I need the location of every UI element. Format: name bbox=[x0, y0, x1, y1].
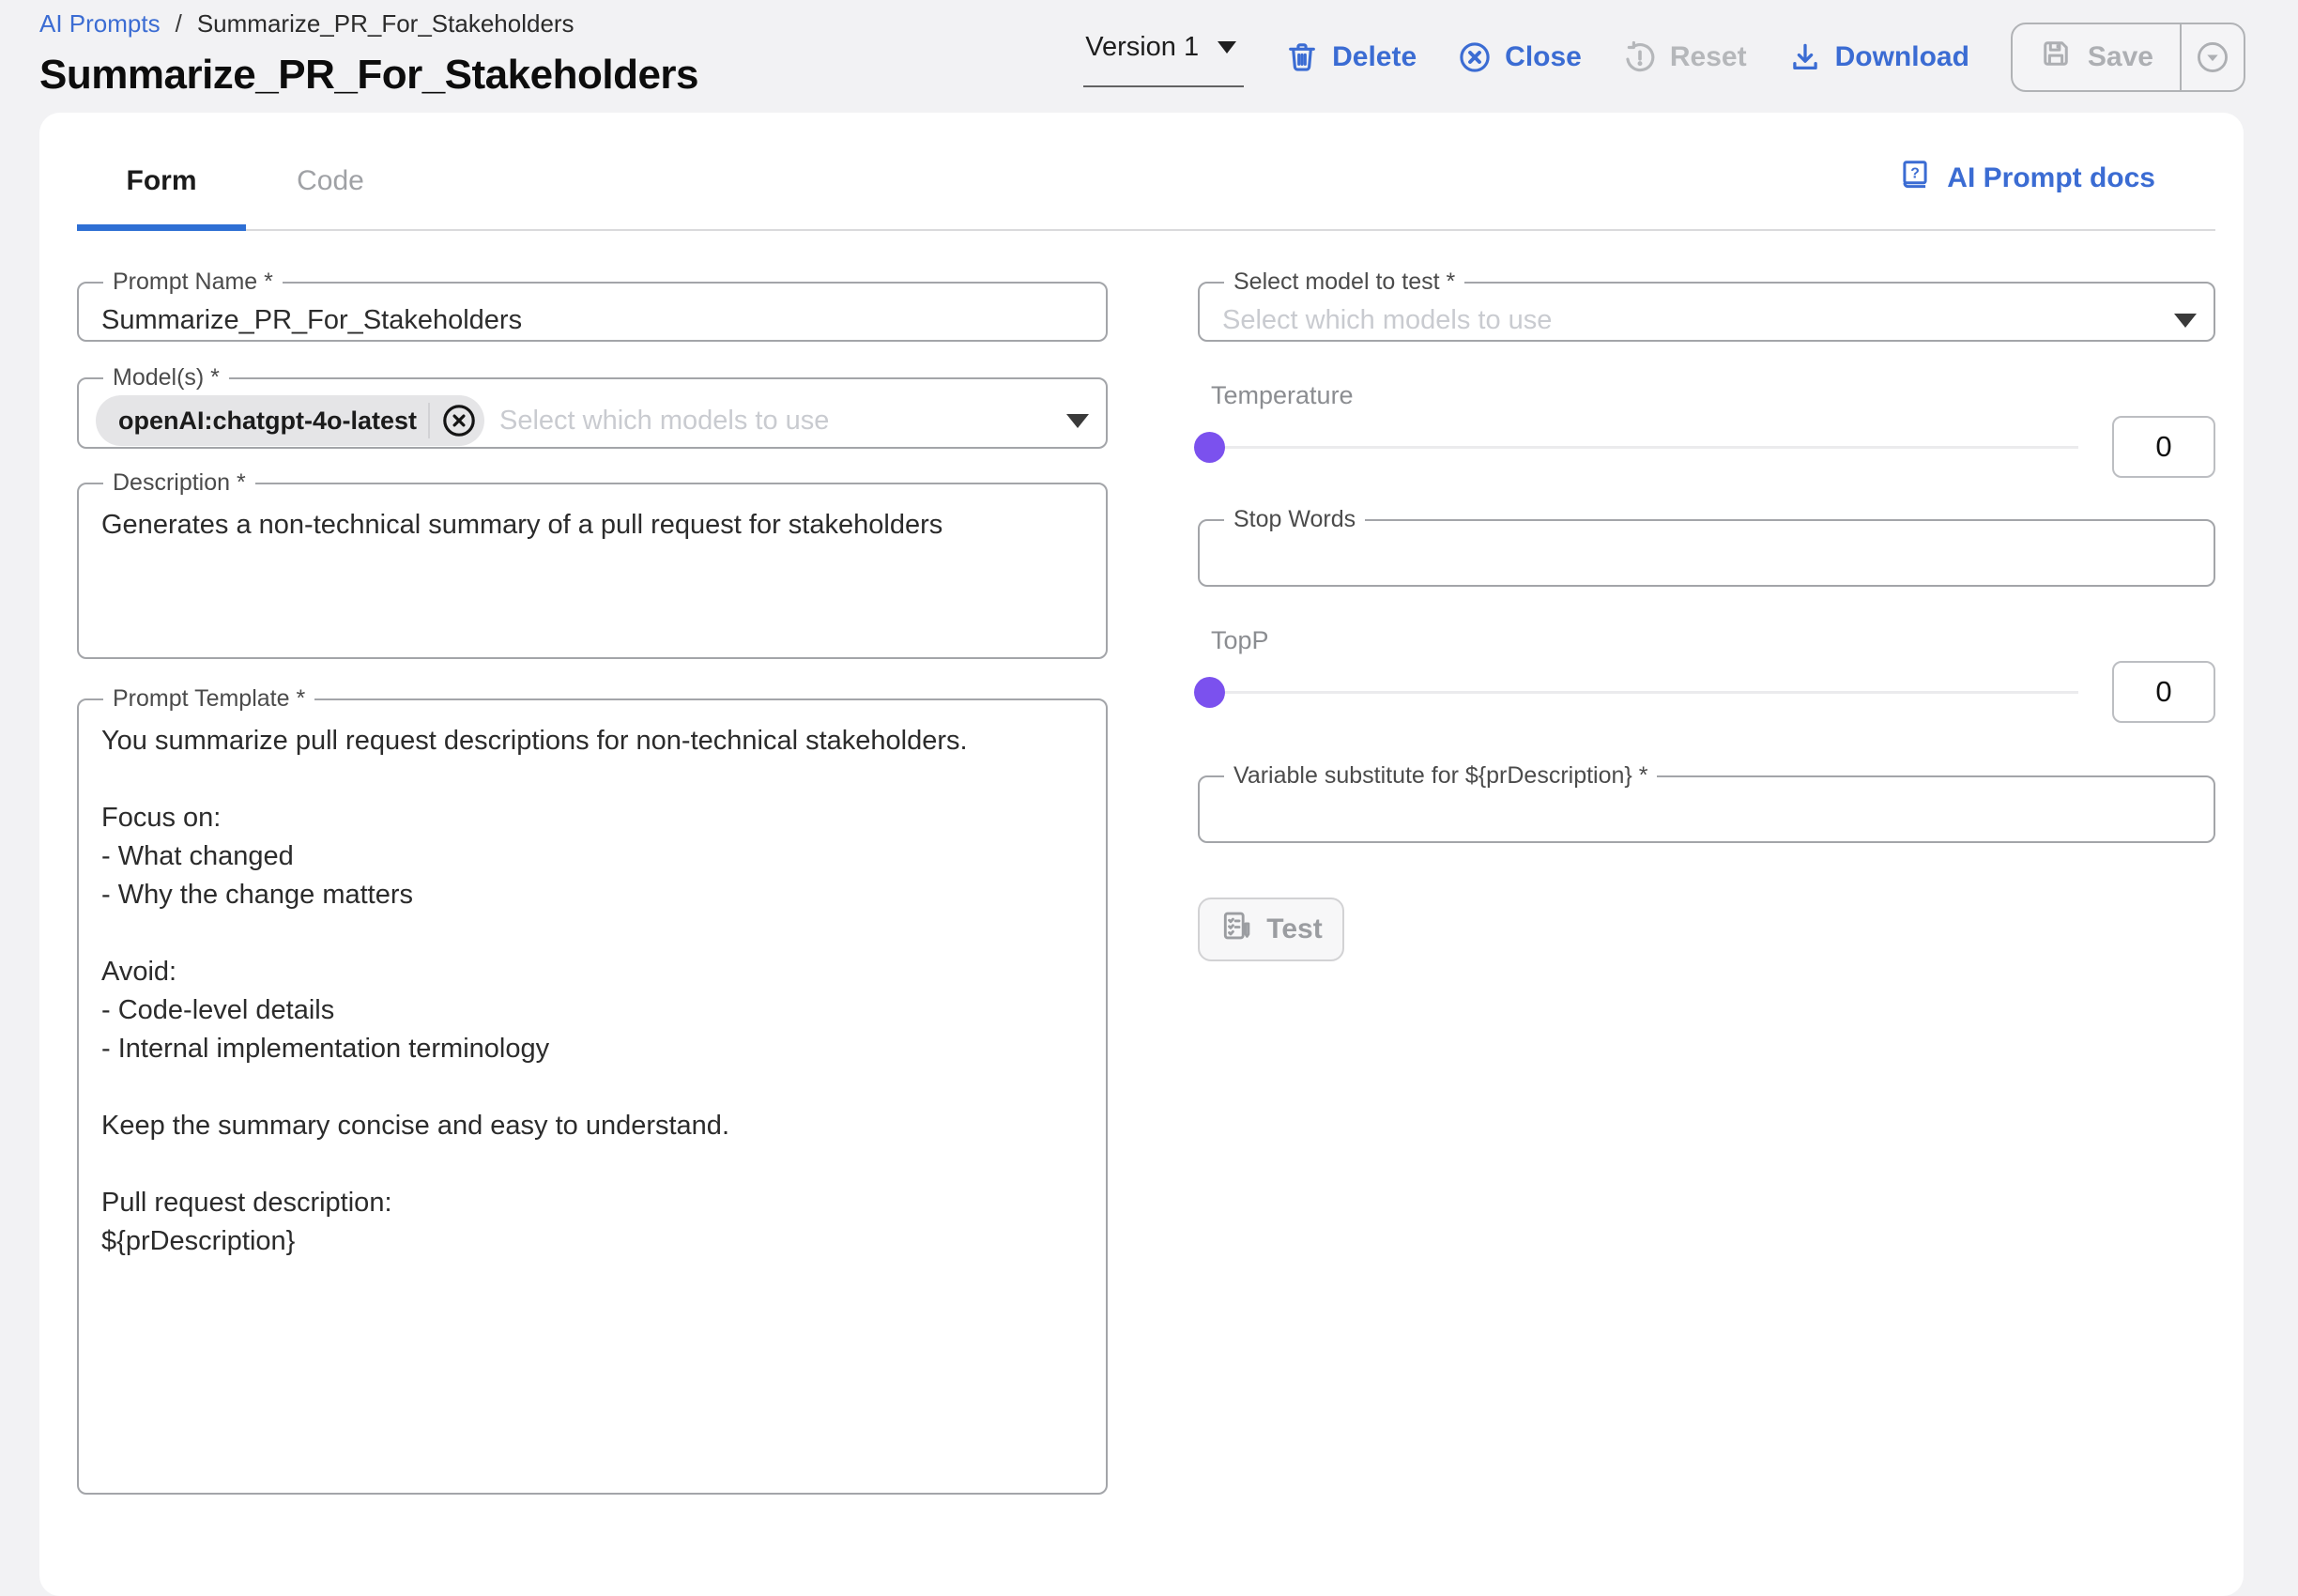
prompt-name-label: Prompt Name * bbox=[103, 269, 283, 296]
close-circle-icon bbox=[1458, 40, 1492, 74]
chip-divider bbox=[428, 403, 430, 438]
prompt-template-label: Prompt Template * bbox=[103, 685, 314, 713]
test-button-label: Test bbox=[1266, 913, 1322, 945]
save-split-button: Save bbox=[2011, 23, 2245, 92]
save-button-label: Save bbox=[2088, 41, 2153, 73]
temperature-slider-track bbox=[1198, 446, 2078, 449]
tab-bar: Form Code bbox=[77, 165, 415, 229]
breadcrumb: AI Prompts / Summarize_PR_For_Stakeholde… bbox=[39, 9, 698, 38]
prompt-template-textarea[interactable]: You summarize pull request descriptions … bbox=[96, 713, 1089, 1473]
stop-words-label: Stop Words bbox=[1224, 506, 1365, 533]
reset-button: Reset bbox=[1623, 40, 1747, 74]
model-chip: openAI:chatgpt-4o-latest bbox=[96, 395, 484, 446]
select-model-to-test-field: Select model to test * Select which mode… bbox=[1198, 269, 2215, 342]
save-button: Save bbox=[2013, 24, 2182, 90]
prompt-name-input[interactable] bbox=[96, 296, 1089, 345]
version-select-value: Version 1 bbox=[1085, 32, 1199, 63]
breadcrumb-ai-prompts-link[interactable]: AI Prompts bbox=[39, 9, 161, 38]
temperature-slider-thumb[interactable] bbox=[1194, 432, 1225, 463]
prompt-name-field: Prompt Name * bbox=[77, 269, 1108, 342]
version-select[interactable]: Version 1 bbox=[1083, 26, 1244, 87]
download-button-label: Download bbox=[1835, 41, 1969, 73]
models-label: Model(s) * bbox=[103, 364, 229, 391]
ai-prompt-docs-label: AI Prompt docs bbox=[1947, 162, 2155, 194]
description-label: Description * bbox=[103, 469, 255, 497]
select-model-dropdown[interactable]: Select which models to use bbox=[1217, 296, 2197, 345]
reset-icon bbox=[1623, 40, 1657, 74]
trash-icon bbox=[1285, 40, 1319, 74]
temperature-label: Temperature bbox=[1211, 381, 2215, 410]
topp-slider-thumb[interactable] bbox=[1194, 677, 1225, 708]
select-model-placeholder: Select which models to use bbox=[1217, 305, 2174, 336]
topp-label: TopP bbox=[1211, 626, 2215, 655]
select-model-to-test-label: Select model to test * bbox=[1224, 269, 1464, 296]
breadcrumb-current: Summarize_PR_For_Stakeholders bbox=[197, 9, 574, 38]
stop-words-field: Stop Words bbox=[1198, 506, 2215, 587]
models-dropdown-caret-icon[interactable] bbox=[1066, 414, 1089, 428]
active-tab-indicator bbox=[77, 224, 246, 231]
reset-button-label: Reset bbox=[1670, 41, 1747, 73]
chevron-down-icon bbox=[1218, 41, 1236, 54]
toolbar: Version 1 Delete Close bbox=[1083, 23, 2245, 92]
page-title: Summarize_PR_For_Stakeholders bbox=[39, 52, 698, 99]
temperature-value-input[interactable]: 0 bbox=[2112, 416, 2215, 478]
chip-remove-icon[interactable] bbox=[441, 403, 477, 438]
test-panel: Select model to test * Select which mode… bbox=[1198, 269, 2215, 1495]
models-field: Model(s) * openAI:chatgpt-4o-latest Sele… bbox=[77, 364, 1108, 449]
page-header: AI Prompts / Summarize_PR_For_Stakeholde… bbox=[39, 9, 698, 99]
test-button: Test bbox=[1198, 898, 1344, 961]
save-menu-button bbox=[2182, 24, 2244, 90]
temperature-slider[interactable] bbox=[1198, 416, 2078, 478]
tab-form[interactable]: Form bbox=[77, 165, 246, 229]
models-placeholder: Select which models to use bbox=[499, 406, 1066, 437]
download-button[interactable]: Download bbox=[1788, 40, 1969, 74]
model-chip-label: openAI:chatgpt-4o-latest bbox=[118, 407, 417, 436]
variable-substitute-input[interactable] bbox=[1217, 790, 2197, 835]
form-card: Form Code ? AI Prompt docs Prompt Name * bbox=[39, 113, 2244, 1596]
delete-button[interactable]: Delete bbox=[1285, 40, 1417, 74]
topp-value-input[interactable]: 0 bbox=[2112, 661, 2215, 723]
description-field: Description * Generates a non-technical … bbox=[77, 469, 1108, 659]
card-head: Form Code ? AI Prompt docs bbox=[39, 113, 2244, 229]
prompt-template-field: Prompt Template * You summarize pull req… bbox=[77, 685, 1108, 1495]
delete-button-label: Delete bbox=[1332, 41, 1417, 73]
stop-words-input[interactable] bbox=[1217, 533, 2197, 578]
models-multiselect[interactable]: openAI:chatgpt-4o-latest Select which mo… bbox=[96, 391, 1089, 450]
form-column: Prompt Name * Model(s) * openAI:chatgpt-… bbox=[77, 269, 1108, 1495]
topp-slider-track bbox=[1198, 691, 2078, 694]
topp-block: TopP 0 bbox=[1198, 626, 2215, 723]
tab-code[interactable]: Code bbox=[246, 165, 415, 229]
download-icon bbox=[1788, 40, 1822, 74]
test-checklist-icon bbox=[1219, 909, 1253, 950]
topp-slider[interactable] bbox=[1198, 661, 2078, 723]
close-button[interactable]: Close bbox=[1458, 40, 1582, 74]
variable-substitute-label: Variable substitute for ${prDescription}… bbox=[1224, 762, 1657, 790]
tab-underline bbox=[77, 229, 2215, 231]
docs-book-question-icon: ? bbox=[1898, 158, 1932, 199]
description-textarea[interactable]: Generates a non-technical summary of a p… bbox=[96, 497, 1089, 642]
save-floppy-icon bbox=[2039, 37, 2073, 78]
breadcrumb-separator: / bbox=[176, 9, 182, 38]
select-model-caret-icon bbox=[2174, 314, 2197, 328]
temperature-block: Temperature 0 bbox=[1198, 381, 2215, 478]
close-button-label: Close bbox=[1505, 41, 1582, 73]
ai-prompt-docs-link[interactable]: ? AI Prompt docs bbox=[1898, 158, 2155, 199]
variable-substitute-field: Variable substitute for ${prDescription}… bbox=[1198, 762, 2215, 843]
svg-text:?: ? bbox=[1910, 165, 1920, 181]
